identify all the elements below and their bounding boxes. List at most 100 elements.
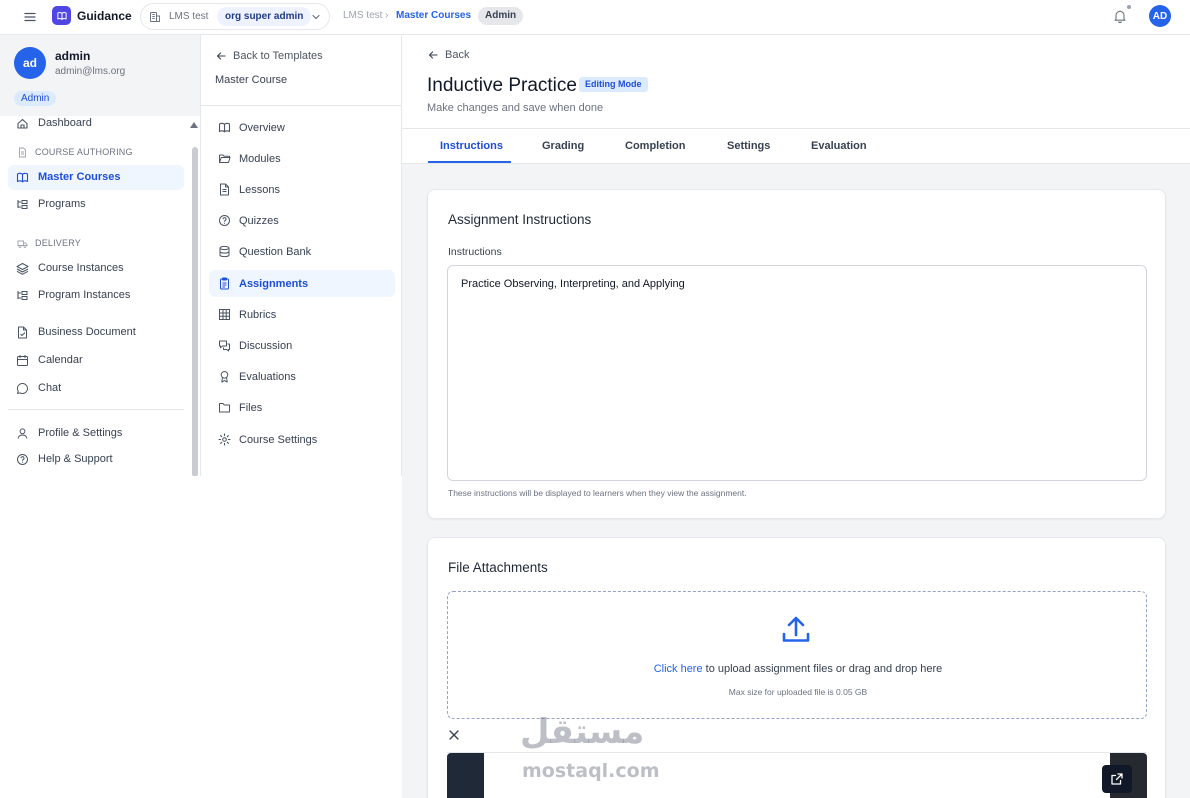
user-email: admin@lms.org (55, 66, 126, 77)
sidebar-item-course-instances[interactable]: Course Instances (8, 256, 184, 281)
truck-icon (17, 238, 28, 249)
back-link[interactable]: Back (427, 49, 469, 61)
arrow-left-icon (427, 49, 439, 61)
course-nav-lessons[interactable]: Lessons (209, 176, 395, 203)
breadcrumb-org[interactable]: LMS test (343, 10, 382, 21)
course-nav-modules[interactable]: Modules (209, 145, 395, 172)
sidebar-item-help-support[interactable]: Help & Support (8, 447, 184, 472)
course-nav-label: Quizzes (239, 215, 279, 227)
arrow-left-icon (215, 50, 227, 62)
tab-grading[interactable]: Grading (542, 140, 584, 152)
course-nav-question-bank[interactable]: Question Bank (209, 238, 395, 265)
org-switcher[interactable]: LMS test org super admin (140, 3, 330, 30)
section-label: DELIVERY (35, 238, 81, 248)
sidebar-item-label: Programs (38, 198, 86, 210)
course-nav-rubrics[interactable]: Rubrics (209, 301, 395, 328)
app-name: Guidance (77, 9, 132, 23)
course-name: Master Course (215, 74, 288, 86)
back-label: Back (445, 49, 470, 61)
instructions-label: Instructions (448, 246, 502, 258)
tab-completion[interactable]: Completion (625, 140, 686, 152)
top-bar: Guidance LMS test org super admin LMS te… (0, 0, 1190, 35)
sidebar-item-master-courses[interactable]: Master Courses (8, 165, 184, 190)
card-title: File Attachments (448, 560, 548, 575)
course-nav-quizzes[interactable]: Quizzes (209, 207, 395, 234)
chat-icon (16, 382, 29, 395)
dropzone-text: Click here to upload assignment files or… (448, 663, 1148, 675)
course-nav-files[interactable]: Files (209, 394, 395, 421)
course-nav-label: Assignments (239, 278, 309, 290)
home-icon (16, 117, 29, 130)
sidebar-item-program-instances[interactable]: Program Instances (8, 283, 184, 308)
course-nav-label: Lessons (239, 184, 280, 196)
section-course-authoring: COURSE AUTHORING (8, 144, 184, 160)
sidebar-item-label: Help & Support (38, 453, 113, 465)
breadcrumb-separator: › (385, 10, 389, 21)
sidebar-item-profile-settings[interactable]: Profile & Settings (8, 421, 184, 446)
file-attachments-card: File Attachments Click here to upload as… (427, 537, 1166, 798)
preview-thumbnail (447, 753, 484, 798)
sidebar-item-label: Dashboard (38, 117, 92, 129)
click-here-link[interactable]: Click here (654, 663, 703, 675)
user-role-badge: Admin (14, 91, 57, 106)
course-nav-label: Overview (239, 122, 285, 134)
tabs-bar: Instructions Grading Completion Settings… (402, 128, 1190, 164)
user-name: admin (55, 49, 91, 63)
course-nav-discussion[interactable]: Discussion (209, 332, 395, 359)
sidebar-item-programs[interactable]: Programs (8, 192, 184, 217)
tab-evaluation[interactable]: Evaluation (811, 140, 867, 152)
org-name: LMS test (169, 11, 209, 22)
section-label: COURSE AUTHORING (35, 147, 133, 157)
course-nav-evaluations[interactable]: Evaluations (209, 363, 395, 390)
course-nav-overview[interactable]: Overview (209, 114, 395, 141)
course-nav-course-settings[interactable]: Course Settings (209, 426, 395, 453)
sidebar-item-calendar[interactable]: Calendar (8, 348, 184, 373)
course-nav-assignments[interactable]: Assignments (209, 270, 395, 297)
sidebar-item-chat[interactable]: Chat (8, 376, 184, 401)
help-circle-icon (218, 214, 231, 227)
page-subtitle: Make changes and save when done (427, 102, 604, 114)
database-icon (218, 245, 231, 258)
file-dropzone[interactable]: Click here to upload assignment files or… (447, 591, 1147, 719)
sidebar-item-dashboard[interactable]: Dashboard (8, 116, 184, 132)
open-external-button[interactable] (1102, 765, 1132, 793)
left-sidebar: ad admin admin@lms.org Admin Dashboard C… (0, 35, 201, 477)
instructions-textarea[interactable]: Practice Observing, Interpreting, and Ap… (447, 265, 1147, 481)
course-nav-label: Files (239, 402, 263, 414)
sidebar-scrollbar[interactable] (192, 147, 198, 477)
course-nav-label: Course Settings (239, 434, 318, 446)
chevron-down-icon[interactable] (311, 12, 321, 22)
sidebar-item-business-document[interactable]: Business Document (8, 320, 184, 345)
notification-dot (1127, 5, 1131, 9)
breadcrumb-role-badge: Admin (478, 7, 524, 25)
sidebar-item-label: Chat (38, 382, 62, 394)
course-nav-panel: Back to Templates Master Course Overview… (201, 35, 402, 476)
close-icon[interactable] (448, 729, 460, 741)
tab-instructions[interactable]: Instructions (440, 140, 503, 152)
max-size-text: Max size for uploaded file is 0.05 GB (728, 687, 868, 697)
editing-mode-badge: Editing Mode (579, 77, 648, 92)
award-icon (218, 370, 231, 383)
card-title: Assignment Instructions (448, 212, 592, 227)
scroll-up-arrow-icon[interactable] (190, 122, 198, 128)
sidebar-item-label: Master Courses (38, 171, 121, 183)
avatar[interactable]: ad (14, 47, 46, 79)
tab-settings[interactable]: Settings (727, 140, 770, 152)
watermark-arabic: مستقل (520, 712, 645, 752)
file-text-icon (218, 183, 231, 196)
user-avatar[interactable]: AD (1149, 5, 1171, 27)
course-nav-label: Discussion (239, 340, 293, 352)
breadcrumb-master-courses[interactable]: Master Courses (396, 10, 471, 21)
back-to-templates-link[interactable]: Back to Templates (215, 49, 323, 63)
logo-icon[interactable] (52, 6, 71, 25)
empty-area (0, 476, 401, 798)
sidebar-item-label: Profile & Settings (38, 427, 123, 439)
document-icon (17, 147, 28, 158)
layers-icon (16, 262, 29, 275)
help-icon (16, 453, 29, 466)
clipboard-icon (218, 277, 231, 290)
menu-icon[interactable] (22, 9, 38, 25)
calendar-icon (16, 354, 29, 367)
course-nav-label: Rubrics (239, 309, 277, 321)
bell-icon[interactable] (1112, 8, 1128, 24)
